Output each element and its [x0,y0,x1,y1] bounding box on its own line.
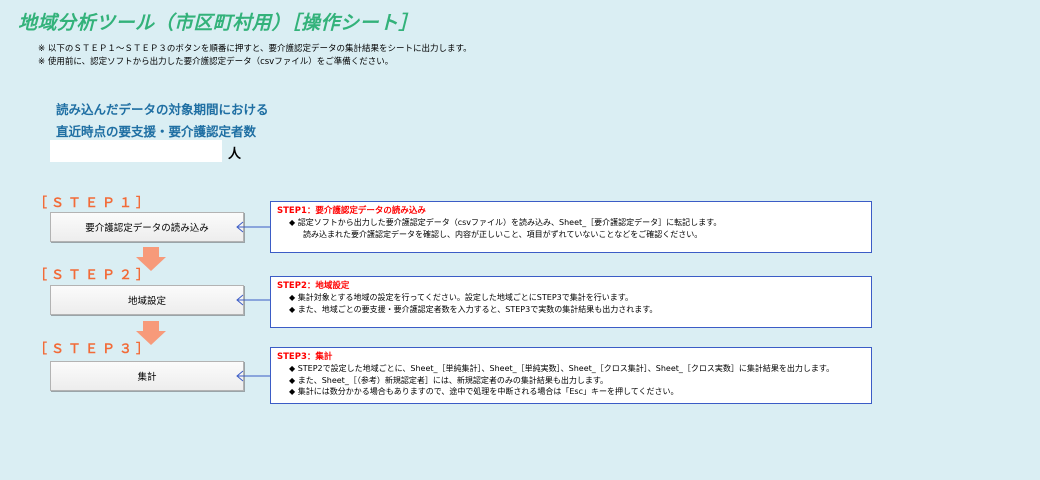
step2-panel-line: ◆ また、地域ごとの要支援・要介護認定者数を入力すると、STEP3で実数の集計結… [289,304,658,314]
step3-connector-arrow-icon [236,370,270,382]
count-label-line1: 読み込んだデータの対象期間における [56,102,269,117]
step3-panel-title: STEP3：集計 [277,352,333,362]
step1-panel-line: ◆ 認定ソフトから出力した要介護認定データ（csvファイル）を読み込み、Shee… [289,218,722,227]
instruction-note-2: ※ 使用前に、認定ソフトから出力した要介護認定データ（csvファイル）をご準備く… [38,57,394,67]
certified-count-cell[interactable] [50,140,222,162]
step1-panel-line: 読み込まれた要介護認定データを確認し、内容が正しいこと、項目がずれていないことな… [303,229,703,239]
step3-panel-line: ◆ また、Sheet_［（参考）新規認定者］には、新規認定者のみの集計結果も出力… [289,375,609,385]
step3-panel-line: ◆ STEP2で設定した地域ごとに、Sheet_［単純集計］、Sheet_［単純… [289,364,835,373]
load-data-button[interactable]: 要介護認定データの読み込み [50,212,244,242]
step1-connector-arrow-icon [236,221,270,233]
region-setting-button[interactable]: 地域設定 [50,285,244,315]
count-label-line2: 直近時点の要支援・要介護認定者数 [56,124,257,139]
count-unit: 人 [228,147,242,162]
step2-panel-title: STEP2：地域設定 [277,281,350,291]
step2-panel: STEP2：地域設定 ◆ 集計対象とする地域の設定を行ってください。設定した地域… [270,276,872,328]
step1-panel: STEP1：要介護認定データの読み込み ◆ 認定ソフトから出力した要介護認定デー… [270,201,872,253]
step2-label: ［ＳＴＥＰ２］ [34,268,154,283]
step2-connector-arrow-icon [236,294,270,306]
step2-panel-line: ◆ 集計対象とする地域の設定を行ってください。設定した地域ごとにSTEP3で集計… [289,293,633,302]
step3-panel-line: ◆ 集計には数分かかる場合もありますので、途中で処理を中断される場合は「Esc」… [289,387,679,396]
page-title: 地域分析ツール（市区町村用）［操作シート］ [18,12,419,34]
step1-panel-title: STEP1：要介護認定データの読み込み [277,206,426,216]
step1-label: ［ＳＴＥＰ１］ [34,196,154,211]
step3-label: ［ＳＴＥＰ３］ [34,342,154,357]
instruction-note-1: ※ 以下のＳＴＥＰ１～ＳＴＥＰ３のボタンを順番に押すと、要介護認定データの集計結… [38,44,472,54]
aggregate-button[interactable]: 集計 [50,361,244,391]
step3-panel: STEP3：集計 ◆ STEP2で設定した地域ごとに、Sheet_［単純集計］、… [270,347,872,404]
